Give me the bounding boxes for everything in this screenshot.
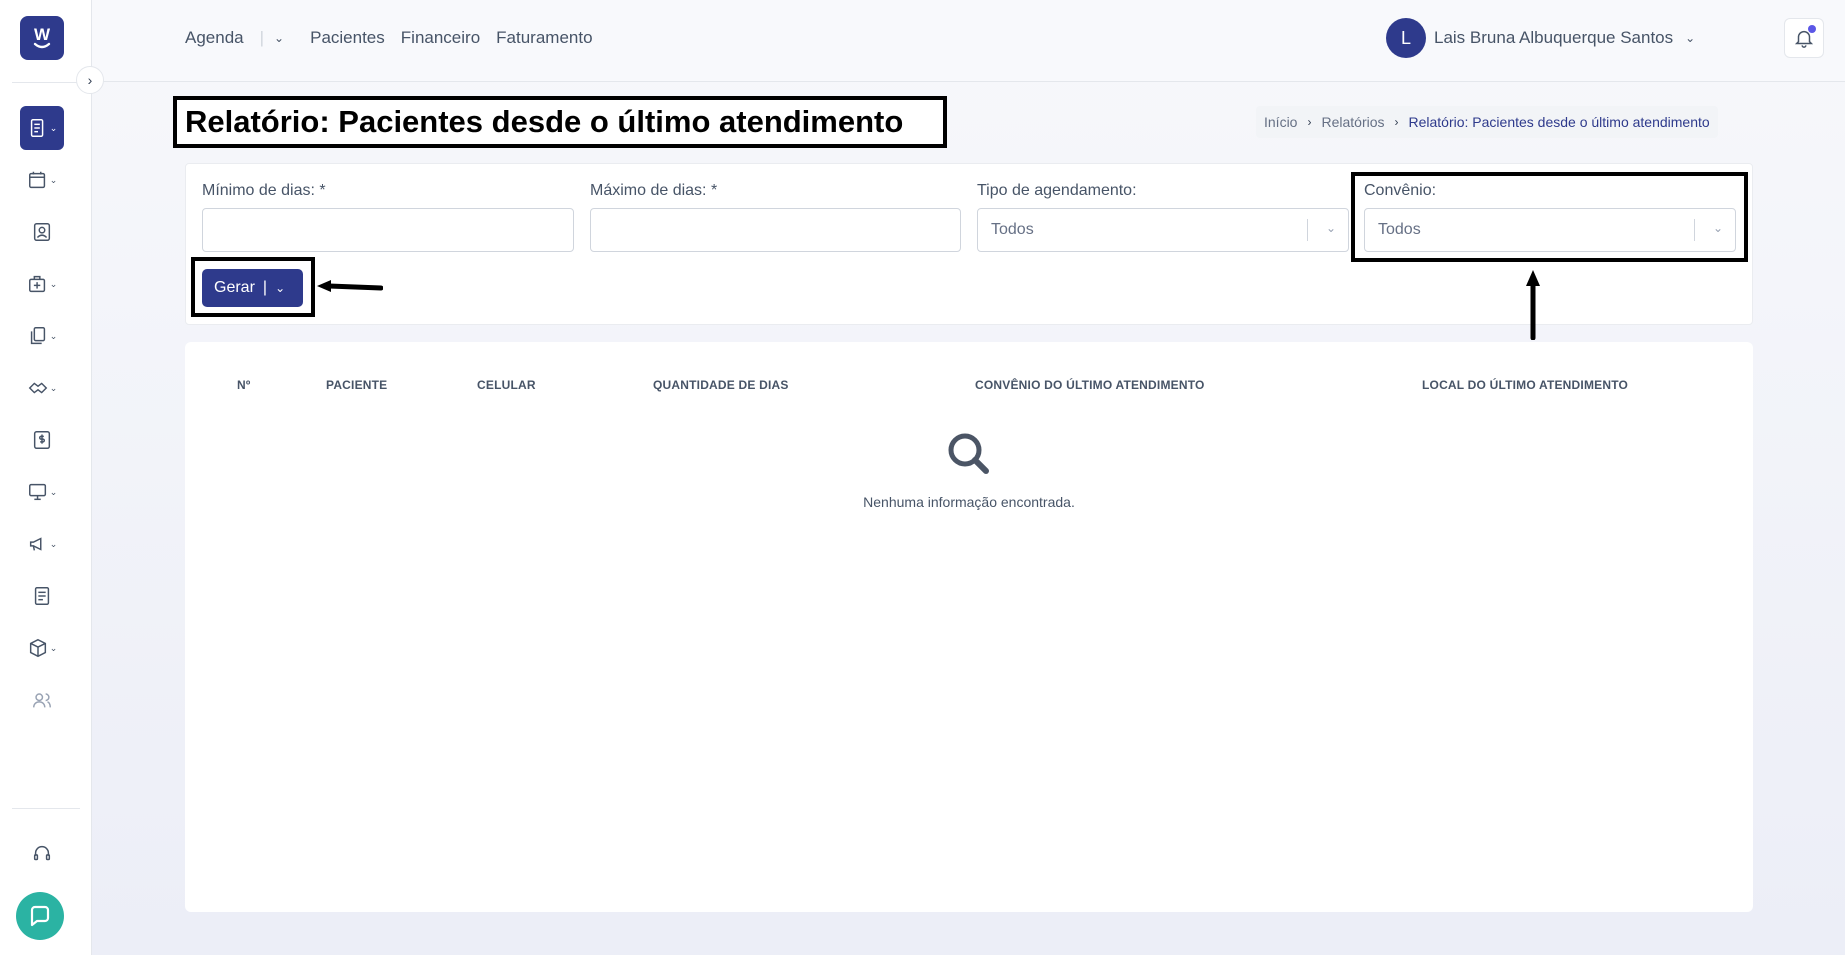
nav-separator: | [259, 28, 265, 47]
max-days-input[interactable] [590, 208, 961, 252]
chat-icon [30, 905, 50, 927]
insurance-label: Convênio: [1364, 182, 1437, 199]
sidebar-item-online[interactable]: ⌄ [20, 470, 64, 514]
insurance-value: Todos [1378, 221, 1421, 238]
select-separator [1307, 219, 1308, 241]
nav-agenda[interactable]: Agenda [185, 28, 244, 48]
search-icon [948, 433, 989, 474]
billing-icon [33, 431, 51, 449]
sidebar-divider [12, 808, 80, 809]
generate-button[interactable]: Gerar | ⌄ [202, 269, 303, 307]
nav-faturamento[interactable]: Faturamento [496, 28, 592, 48]
chevron-right-icon: › [87, 72, 93, 88]
sidebar-item-users[interactable] [20, 678, 64, 722]
notifications-button[interactable] [1784, 18, 1824, 58]
headset-icon [33, 845, 51, 861]
chevron-down-icon: ⌄ [1712, 221, 1723, 235]
chevron-right-icon: › [1307, 115, 1312, 129]
logo-icon: W [33, 25, 51, 49]
sidebar-item-agenda[interactable]: ⌄ [20, 158, 64, 202]
chevron-down-icon: ⌄ [49, 122, 58, 133]
button-separator: | [262, 279, 268, 296]
column-header[interactable]: LOCAL DO ÚLTIMO ATENDIMENTO [1422, 378, 1628, 392]
generate-label: Gerar [214, 279, 255, 296]
breadcrumb-home[interactable]: Início [1264, 114, 1297, 130]
handshake-icon [28, 382, 48, 394]
sidebar-expand-button[interactable]: › [76, 66, 104, 94]
arrow-up-annotation [1526, 270, 1540, 340]
svg-text:W: W [34, 25, 51, 44]
user-name: Lais Bruna Albuquerque Santos [1434, 28, 1674, 47]
sidebar-item-reports[interactable]: ⌄ [20, 106, 64, 150]
min-days-label: Mínimo de dias: * [202, 182, 326, 199]
column-header[interactable]: QUANTIDADE DE DIAS [653, 378, 789, 392]
nav-financeiro[interactable]: Financeiro [401, 28, 480, 48]
user-menu[interactable]: L Lais Bruna Albuquerque Santos ⌄ [1386, 18, 1695, 58]
sidebar-item-patients[interactable] [20, 210, 64, 254]
chevron-down-icon[interactable]: ⌄ [274, 31, 284, 45]
min-days-input[interactable] [202, 208, 574, 252]
chevron-down-icon: ⌄ [1325, 221, 1336, 235]
chevron-down-icon: ⌄ [49, 642, 58, 653]
chevron-down-icon: ⌄ [49, 278, 58, 289]
sidebar: W ⌄ ⌄ ⌄ ⌄ ⌄ ⌄ ⌄ ⌄ [0, 0, 92, 955]
report-icon [30, 119, 44, 137]
arrow-left-annotation [317, 280, 383, 292]
sidebar-item-clinical[interactable]: ⌄ [20, 262, 64, 306]
nav-pacientes[interactable]: Pacientes [310, 28, 385, 48]
chevron-down-icon: ⌄ [49, 538, 58, 549]
main-nav: Agenda | ⌄ Pacientes Financeiro Faturame… [185, 28, 609, 48]
avatar: L [1386, 18, 1426, 58]
sidebar-item-agreements[interactable]: ⌄ [20, 366, 64, 410]
sidebar-item-marketing[interactable]: ⌄ [20, 522, 64, 566]
calendar-icon [28, 171, 45, 189]
schedule-type-select[interactable]: Todos ⌄ [977, 208, 1349, 252]
results-table: Nº PACIENTE CELULAR QUANTIDADE DE DIAS C… [185, 342, 1753, 912]
chevron-down-icon: ⌄ [49, 382, 58, 393]
documents-icon [30, 327, 45, 345]
box-icon [29, 638, 46, 658]
sidebar-item-inventory[interactable]: ⌄ [20, 626, 64, 670]
page-title: Relatório: Pacientes desde o último aten… [173, 96, 947, 148]
column-header[interactable]: Nº [237, 378, 250, 392]
notification-dot [1808, 25, 1816, 33]
chevron-down-icon[interactable]: ⌄ [275, 281, 285, 295]
column-header[interactable]: CONVÊNIO DO ÚLTIMO ATENDIMENTO [975, 378, 1205, 392]
breadcrumb: Início › Relatórios › Relatório: Pacient… [1256, 106, 1718, 138]
patient-card-icon [33, 223, 51, 241]
chevron-down-icon: ⌄ [49, 330, 58, 341]
chevron-right-icon: › [1394, 115, 1399, 129]
medical-kit-icon [28, 275, 45, 293]
insurance-select[interactable]: Todos ⌄ [1364, 208, 1736, 252]
breadcrumb-reports[interactable]: Relatórios [1321, 114, 1384, 130]
app-logo[interactable]: W [20, 16, 64, 60]
sidebar-item-support[interactable] [20, 832, 64, 876]
users-icon [33, 693, 51, 708]
chevron-down-icon: ⌄ [49, 174, 58, 185]
chevron-down-icon: ⌄ [1685, 31, 1696, 45]
max-days-label: Máximo de dias: * [590, 182, 718, 199]
monitor-icon [28, 483, 46, 501]
megaphone-icon [29, 537, 42, 551]
empty-message: Nenhuma informação encontrada. [863, 494, 1075, 510]
column-header[interactable]: PACIENTE [326, 378, 387, 392]
sidebar-divider [12, 82, 80, 83]
news-icon [34, 587, 50, 605]
sidebar-item-news[interactable] [20, 574, 64, 618]
breadcrumb-current: Relatório: Pacientes desde o último aten… [1408, 114, 1710, 130]
top-bar: Agenda | ⌄ Pacientes Financeiro Faturame… [92, 0, 1845, 82]
column-header[interactable]: CELULAR [477, 378, 536, 392]
chevron-down-icon: ⌄ [49, 486, 58, 497]
select-separator [1694, 219, 1695, 241]
sidebar-item-billing[interactable] [20, 418, 64, 462]
schedule-type-label: Tipo de agendamento: [977, 182, 1137, 199]
chat-button[interactable] [16, 892, 64, 940]
schedule-type-value: Todos [991, 221, 1034, 238]
sidebar-item-documents[interactable]: ⌄ [20, 314, 64, 358]
